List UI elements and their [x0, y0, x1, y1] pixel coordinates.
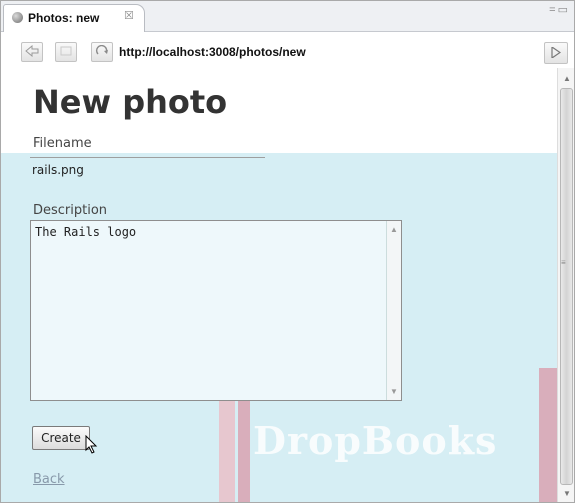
back-arrow-icon: [25, 45, 39, 57]
page-title: New photo: [33, 83, 228, 121]
url-field[interactable]: http://localhost:3008/photos/new: [119, 45, 306, 59]
back-button[interactable]: [21, 42, 43, 62]
textarea-scrollbar[interactable]: ▲ ▼: [386, 221, 401, 400]
watermark-logo: DropBooks: [253, 418, 498, 463]
refresh-button[interactable]: [91, 42, 113, 62]
close-tab-icon[interactable]: ☒: [124, 9, 134, 22]
vertical-scrollbar[interactable]: ▲ ≡ ▼: [557, 68, 574, 502]
scroll-up-icon[interactable]: ▲: [390, 225, 398, 234]
browser-frame: Photos: new ☒ =▭ http://localhost:3008/p…: [0, 0, 575, 503]
window-controls[interactable]: =▭: [549, 3, 570, 16]
filename-field[interactable]: [30, 157, 265, 182]
scrollbar-thumb[interactable]: [560, 88, 573, 485]
address-bar: http://localhost:3008/photos/new: [1, 32, 574, 68]
globe-icon: [12, 12, 23, 23]
description-text: The Rails logo: [35, 225, 137, 239]
watermark-bar: [539, 368, 557, 502]
go-button[interactable]: [544, 42, 568, 64]
create-button[interactable]: Create: [32, 426, 90, 450]
scrollbar-grip-icon: ≡: [561, 258, 566, 267]
page-content: DropBooks New photo Filename Description…: [1, 68, 557, 502]
forward-button[interactable]: [55, 42, 77, 62]
tab-photos-new[interactable]: Photos: new ☒: [3, 4, 145, 32]
scroll-down-icon[interactable]: ▼: [563, 489, 571, 498]
description-label: Description: [33, 203, 108, 218]
description-textarea[interactable]: The Rails logo ▲ ▼: [30, 220, 402, 401]
mouse-cursor-icon: [85, 435, 98, 454]
filename-label: Filename: [33, 136, 92, 151]
forward-arrow-icon: [60, 46, 72, 56]
tab-bar: Photos: new ☒ =▭: [1, 1, 574, 32]
go-arrow-icon: [551, 47, 561, 58]
tab-title: Photos: new: [28, 11, 100, 25]
scroll-down-icon[interactable]: ▼: [390, 387, 398, 396]
scroll-up-icon[interactable]: ▲: [563, 74, 571, 83]
refresh-icon: [95, 45, 108, 55]
back-link[interactable]: Back: [33, 472, 65, 487]
